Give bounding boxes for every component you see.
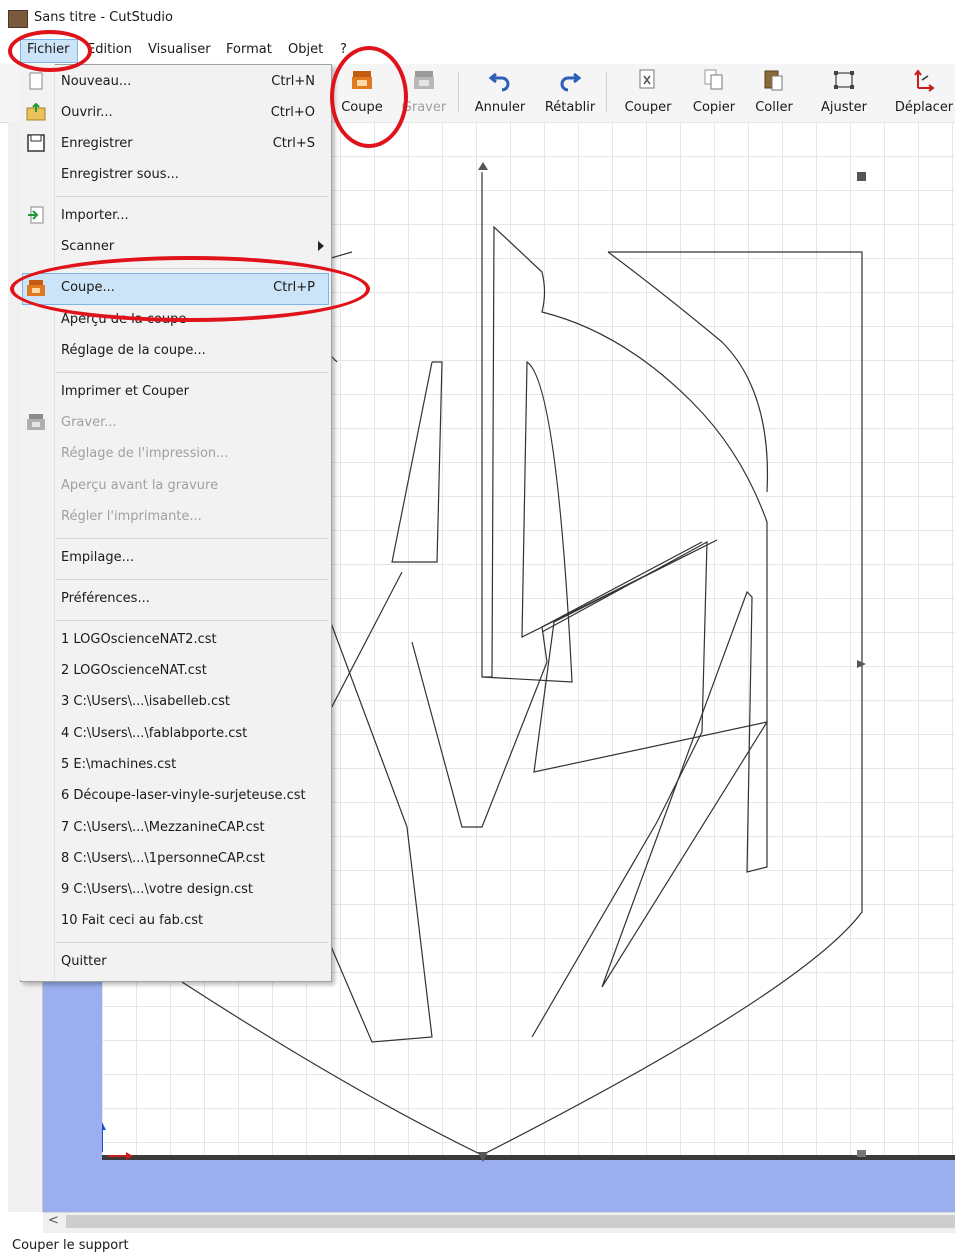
recent-file-item[interactable]: 4 C:\Users\...\fablabporte.cst [61, 726, 247, 741]
menu-format[interactable]: Format [226, 42, 272, 57]
status-text: Couper le support [12, 1238, 129, 1253]
shortcut-enregistrer: Ctrl+S [272, 136, 315, 151]
corner-handle-bottom [857, 1150, 866, 1157]
redo-icon [536, 68, 604, 94]
menu-item-enregistrer[interactable]: Enregistrer [61, 136, 133, 151]
menu-item-apercu-gravure[interactable]: Aperçu avant la gravure [61, 478, 218, 493]
menu-separator [56, 196, 328, 197]
menu-item-reglage-impression[interactable]: Réglage de l'impression... [61, 446, 229, 461]
app-logo-icon [8, 10, 28, 28]
recent-file-item[interactable]: 8 C:\Users\...\1personneCAP.cst [61, 851, 265, 866]
save-icon [26, 134, 46, 152]
cut-icon [614, 68, 682, 94]
toolbar-separator [606, 72, 607, 112]
menu-separator [56, 942, 328, 943]
toolbar-deplacer-button[interactable]: Déplacer [888, 68, 955, 115]
window-title: Sans titre - CutStudio [34, 10, 174, 25]
toolbar-couper-label: Couper [624, 100, 672, 115]
top-handle [478, 162, 488, 170]
new-file-icon [26, 72, 46, 90]
menu-item-importer[interactable]: Importer... [61, 208, 129, 223]
menu-item-preferences[interactable]: Préférences... [61, 591, 150, 606]
open-folder-icon [26, 102, 46, 121]
move-icon [888, 68, 955, 94]
copy-icon [680, 68, 748, 94]
menu-item-reglage-coupe[interactable]: Réglage de la coupe... [61, 343, 206, 358]
menu-item-regler-imprimante[interactable]: Régler l'imprimante... [61, 509, 202, 524]
scroll-left-icon[interactable]: < [48, 1213, 59, 1228]
undo-icon [466, 68, 534, 94]
scrollbar-thumb[interactable] [66, 1215, 955, 1228]
bottom-handle [478, 1152, 488, 1162]
status-bar [0, 1233, 955, 1253]
toolbar-annuler-button[interactable]: Annuler [466, 68, 534, 115]
menu-separator [56, 620, 328, 621]
toolbar-coller-label: Coller [755, 100, 793, 115]
toolbar-separator [458, 72, 459, 112]
toolbar-ajuster-label: Ajuster [821, 100, 867, 115]
menu-separator [56, 372, 328, 373]
submenu-arrow-icon [318, 241, 324, 251]
annotation-circle-coupe-button [330, 46, 408, 148]
recent-file-item[interactable]: 2 LOGOscienceNAT.cst [61, 663, 207, 678]
menu-item-ouvrir[interactable]: Ouvrir... [61, 105, 113, 120]
menu-item-quitter[interactable]: Quitter [61, 954, 107, 969]
toolbar-copier-label: Copier [692, 100, 736, 115]
toolbar-ajuster-button[interactable]: Ajuster [810, 68, 878, 115]
menu-item-imprimer-couper[interactable]: Imprimer et Couper [61, 384, 189, 399]
paste-icon [740, 68, 808, 94]
menu-separator [56, 538, 328, 539]
shortcut-nouveau: Ctrl+N [271, 74, 315, 89]
toolbar-retablir-button[interactable]: Rétablir [536, 68, 604, 115]
toolbar-couper-button[interactable]: Couper [614, 68, 682, 115]
recent-file-item[interactable]: 9 C:\Users\...\votre design.cst [61, 882, 253, 897]
shortcut-ouvrir: Ctrl+O [270, 105, 315, 120]
menu-icon-gutter [20, 64, 55, 980]
recent-file-item[interactable]: 3 C:\Users\...\isabelleb.cst [61, 694, 230, 709]
import-icon [26, 206, 46, 224]
menu-item-empilage[interactable]: Empilage... [61, 550, 134, 565]
menu-bar [0, 36, 955, 65]
corner-handle [857, 172, 866, 181]
annotation-circle-coupe-menu [10, 256, 370, 322]
menu-item-scanner[interactable]: Scanner [61, 239, 114, 254]
recent-file-item[interactable]: 5 E:\machines.cst [61, 757, 176, 772]
menu-item-nouveau[interactable]: Nouveau... [61, 74, 131, 89]
menu-item-graver[interactable]: Graver... [61, 415, 117, 430]
engrave-printer-icon [26, 413, 46, 431]
menu-visualiser[interactable]: Visualiser [148, 42, 211, 57]
toolbar-deplacer-label: Déplacer [894, 100, 954, 115]
menu-item-enregistrer-sous[interactable]: Enregistrer sous... [61, 167, 179, 182]
recent-file-item[interactable]: 6 Découpe-laser-vinyle-surjeteuse.cst [61, 788, 306, 803]
menu-edition[interactable]: Edition [87, 42, 132, 57]
recent-file-item[interactable]: 10 Fait ceci au fab.cst [61, 913, 203, 928]
annotation-circle-fichier [8, 30, 92, 72]
toolbar-annuler-label: Annuler [474, 100, 526, 115]
toolbar-retablir-label: Rétablir [544, 100, 596, 115]
toolbar-copier-button[interactable]: Copier [680, 68, 748, 115]
recent-file-item[interactable]: 7 C:\Users\...\MezzanineCAP.cst [61, 820, 265, 835]
fit-icon [810, 68, 878, 94]
recent-file-item[interactable]: 1 LOGOscienceNAT2.cst [61, 632, 217, 647]
toolbar-coller-button[interactable]: Coller [740, 68, 808, 115]
menu-separator [56, 579, 328, 580]
menu-objet[interactable]: Objet [288, 42, 323, 57]
